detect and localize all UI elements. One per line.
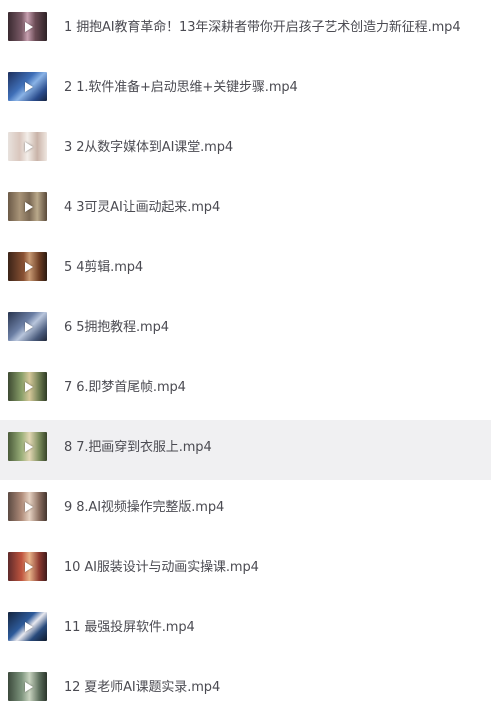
play-icon: [24, 681, 33, 692]
file-row-4[interactable]: 4 3可灵AI让画动起来.mp4: [0, 180, 491, 240]
play-icon: [24, 261, 33, 272]
play-icon: [24, 381, 33, 392]
play-icon: [24, 141, 33, 152]
video-thumbnail[interactable]: [8, 552, 47, 581]
file-row-5[interactable]: 5 4剪辑.mp4: [0, 240, 491, 300]
video-file-list: 1 拥抱AI教育革命！13年深耕者带你开启孩子艺术创造力新征程.mp4 2 1.…: [0, 0, 491, 720]
video-thumbnail[interactable]: [8, 192, 47, 221]
file-name: 9 8.AI视频操作完整版.mp4: [64, 500, 225, 515]
video-thumbnail[interactable]: [8, 72, 47, 101]
play-icon: [24, 81, 33, 92]
file-row-1[interactable]: 1 拥抱AI教育革命！13年深耕者带你开启孩子艺术创造力新征程.mp4: [0, 0, 491, 60]
play-icon: [24, 441, 33, 452]
file-row-10[interactable]: 10 AI服装设计与动画实操课.mp4: [0, 540, 491, 600]
play-icon: [24, 321, 33, 332]
file-row-12[interactable]: 12 夏老师AI课题实录.mp4: [0, 660, 491, 720]
play-icon: [24, 621, 33, 632]
file-row-8[interactable]: 8 7.把画穿到衣服上.mp4: [0, 420, 491, 480]
file-name: 6 5拥抱教程.mp4: [64, 320, 169, 335]
video-thumbnail[interactable]: [8, 432, 47, 461]
file-name: 3 2从数字媒体到AI课堂.mp4: [64, 140, 234, 155]
play-icon: [24, 561, 33, 572]
file-name: 1 拥抱AI教育革命！13年深耕者带你开启孩子艺术创造力新征程.mp4: [64, 20, 461, 35]
file-name: 7 6.即梦首尾帧.mp4: [64, 380, 186, 395]
video-thumbnail[interactable]: [8, 12, 47, 41]
play-icon: [24, 201, 33, 212]
video-thumbnail[interactable]: [8, 612, 47, 641]
file-name: 2 1.软件准备+启动思维+关键步骤.mp4: [64, 80, 298, 95]
file-name: 12 夏老师AI课题实录.mp4: [64, 680, 221, 695]
video-thumbnail[interactable]: [8, 132, 47, 161]
file-row-3[interactable]: 3 2从数字媒体到AI课堂.mp4: [0, 120, 491, 180]
video-thumbnail[interactable]: [8, 312, 47, 341]
file-name: 10 AI服装设计与动画实操课.mp4: [64, 560, 259, 575]
file-row-2[interactable]: 2 1.软件准备+启动思维+关键步骤.mp4: [0, 60, 491, 120]
file-name: 8 7.把画穿到衣服上.mp4: [64, 440, 212, 455]
file-row-6[interactable]: 6 5拥抱教程.mp4: [0, 300, 491, 360]
video-thumbnail[interactable]: [8, 252, 47, 281]
play-icon: [24, 21, 33, 32]
video-thumbnail[interactable]: [8, 492, 47, 521]
file-row-9[interactable]: 9 8.AI视频操作完整版.mp4: [0, 480, 491, 540]
play-icon: [24, 501, 33, 512]
file-name: 11 最强投屏软件.mp4: [64, 620, 195, 635]
video-thumbnail[interactable]: [8, 372, 47, 401]
file-row-11[interactable]: 11 最强投屏软件.mp4: [0, 600, 491, 660]
file-name: 5 4剪辑.mp4: [64, 260, 144, 275]
file-row-7[interactable]: 7 6.即梦首尾帧.mp4: [0, 360, 491, 420]
file-name: 4 3可灵AI让画动起来.mp4: [64, 200, 221, 215]
video-thumbnail[interactable]: [8, 672, 47, 701]
